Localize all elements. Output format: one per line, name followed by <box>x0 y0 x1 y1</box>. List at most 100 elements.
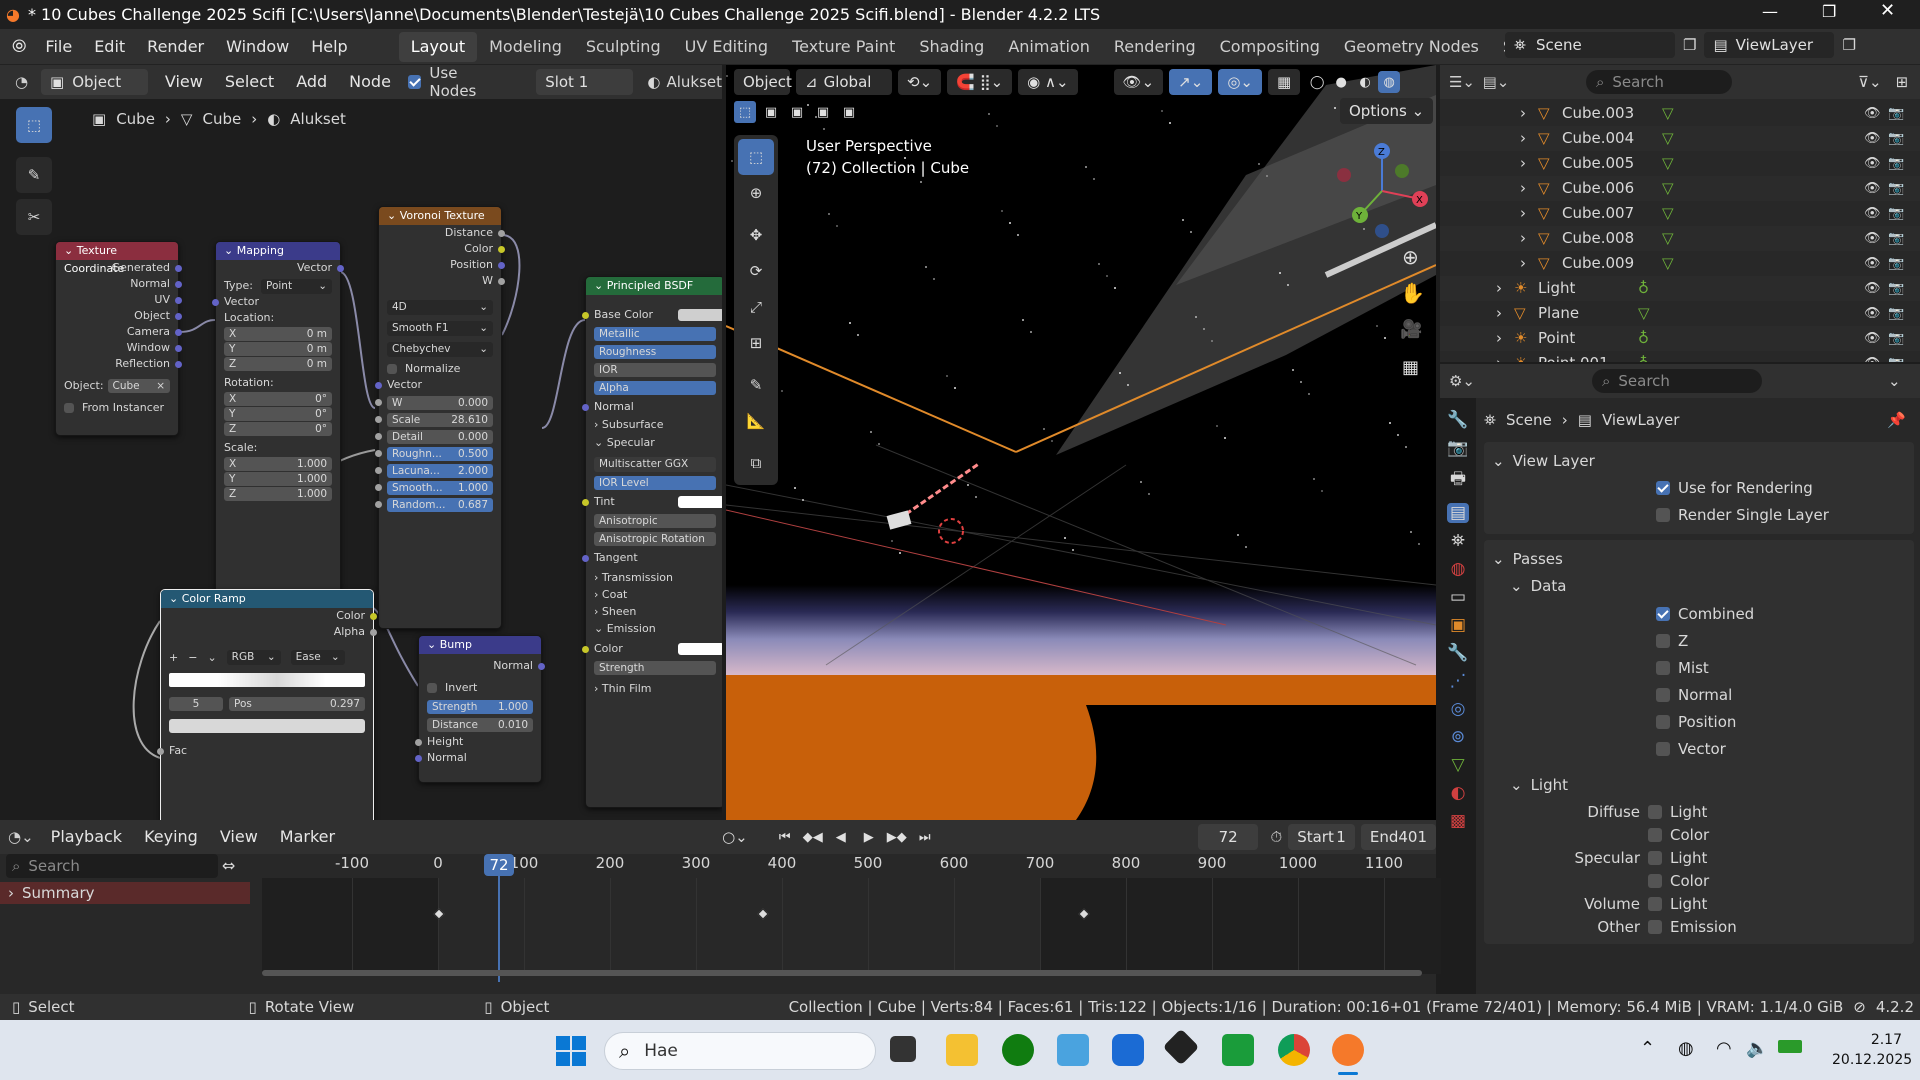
properties-editor-type-icon[interactable]: ⚙⌄ <box>1448 367 1476 395</box>
mapping-rot-y[interactable]: Y 0° <box>224 407 332 421</box>
ior-level-field[interactable]: IOR Level <box>594 476 716 490</box>
specular-panel[interactable]: ⌄ Specular <box>586 435 722 451</box>
render-camera-icon[interactable]: 📷 <box>1888 201 1904 226</box>
mapping-rot-z[interactable]: Z 0° <box>224 422 332 436</box>
modifiers-tab-icon[interactable]: 🔧 <box>1447 643 1468 663</box>
light-pass-checkbox[interactable] <box>1648 896 1662 911</box>
outliner-item[interactable]: › ☀ Point ♁ 👁 📷 <box>1440 326 1920 351</box>
minimize-icon[interactable]: — <box>1762 2 1778 21</box>
taskbar-search[interactable]: ⌕ Hae <box>604 1032 876 1070</box>
mapping-loc-x[interactable]: X 0 m <box>224 327 332 341</box>
stop-color-swatch[interactable] <box>169 719 365 733</box>
file-explorer-icon[interactable] <box>946 1034 978 1066</box>
blender-menu-icon[interactable]: ⦾ <box>12 36 26 57</box>
use-for-rendering-checkbox[interactable] <box>1656 480 1670 495</box>
metric-dropdown[interactable]: Chebychev ⌄ <box>387 342 493 357</box>
voronoi-field-4[interactable]: Lacuna... 2.000 <box>375 464 493 478</box>
visibility-eye-icon[interactable]: 👁 <box>1864 151 1881 176</box>
pass-normal[interactable]: Normal <box>1656 681 1906 708</box>
mapping-scl-z[interactable]: Z 1.000 <box>224 487 332 501</box>
menu-help[interactable]: Help <box>300 32 358 62</box>
pass-checkbox[interactable] <box>1656 741 1670 756</box>
options-button[interactable]: Options ⌄ <box>1340 98 1434 124</box>
scene-selector[interactable]: ⛯ Scene <box>1505 32 1675 58</box>
texture-coordinate-node[interactable]: ⌄ Texture Coordinate Generated Normal UV Ob… <box>55 241 182 436</box>
summary-channel[interactable]: › Summary <box>0 882 250 904</box>
texture-tab-icon[interactable]: ▩ <box>1450 811 1466 831</box>
render-camera-icon[interactable]: 📷 <box>1888 301 1904 326</box>
expand-icon[interactable]: › <box>1496 301 1514 326</box>
output-socket[interactable] <box>175 297 182 304</box>
tint-row[interactable]: Tint <box>582 494 722 510</box>
task-view-icon[interactable] <box>890 1036 916 1062</box>
input-socket[interactable] <box>375 450 382 457</box>
chrome-icon[interactable] <box>1278 1034 1310 1066</box>
annotate-tool[interactable]: ✎ <box>738 367 774 403</box>
timeline-menu-playback[interactable]: Playback ⌄ <box>40 822 133 876</box>
dimensions-dropdown[interactable]: 4D ⌄ <box>387 300 493 315</box>
workspace-tab-sculpting[interactable]: Sculpting <box>574 32 673 62</box>
ramp-gradient[interactable] <box>169 673 365 687</box>
input-socket[interactable] <box>415 739 422 746</box>
orientation-select[interactable]: ⊿ Global <box>796 69 892 95</box>
light-pass-row[interactable]: Volume Light <box>1492 892 1906 915</box>
outliner[interactable]: ☰⌄ ▤⌄ ⌕ Search ⊽⌄ ⊞ › ▽ Cube.003 ▽ 👁 📷 › ▽ Cube.0… <box>1440 65 1920 362</box>
expand-icon[interactable]: › <box>1520 101 1538 126</box>
input-socket[interactable] <box>375 399 382 406</box>
menu-file[interactable]: File <box>34 32 83 62</box>
navigation-gizmo[interactable]: Z X Y <box>1334 143 1430 239</box>
input-socket[interactable] <box>582 404 589 411</box>
output-socket[interactable] <box>175 281 182 288</box>
menu-edit[interactable]: Edit <box>83 32 136 62</box>
light-pass-checkbox[interactable] <box>1648 804 1662 819</box>
output-socket[interactable] <box>175 361 182 368</box>
alpha-field[interactable]: Alpha <box>594 381 716 395</box>
pass-checkbox[interactable] <box>1656 660 1670 675</box>
workspace-tab-animation[interactable]: Animation <box>996 32 1102 62</box>
expand-icon[interactable]: › <box>1520 201 1538 226</box>
photos-icon[interactable] <box>1057 1034 1089 1066</box>
emission-color-swatch[interactable] <box>678 643 722 655</box>
select-extend-icon[interactable]: ▣ <box>760 101 782 123</box>
output-socket[interactable] <box>337 265 344 272</box>
visibility-eye-icon[interactable]: 👁 <box>1864 226 1881 251</box>
record-icon[interactable]: ○⌄ <box>722 828 748 846</box>
voronoi-field-5[interactable]: Smooth... 1.000 <box>375 481 493 495</box>
emission-strength-field[interactable]: Strength <box>594 661 716 675</box>
light-pass-checkbox[interactable] <box>1648 873 1662 888</box>
input-socket[interactable] <box>582 499 589 506</box>
visibility-eye-icon[interactable]: 👁 <box>1864 251 1881 276</box>
remove-stop-button[interactable]: − <box>188 651 197 664</box>
physics-tab-icon[interactable]: ◎ <box>1451 699 1466 719</box>
light-pass-checkbox[interactable] <box>1648 919 1662 934</box>
voronoi-field-3[interactable]: Roughn... 0.500 <box>375 447 493 461</box>
output-socket[interactable] <box>370 613 377 620</box>
workspace-tab-uv-editing[interactable]: UV Editing <box>673 32 780 62</box>
output-tab-icon[interactable]: 🖶 <box>1450 466 1466 495</box>
options-chevron-icon[interactable]: ⌄ <box>1888 372 1901 390</box>
principled-bsdf-node[interactable]: ⌄ Principled BSDF Base Color Metallic Ro… <box>582 276 722 808</box>
pass-mist[interactable]: Mist <box>1656 654 1906 681</box>
timeline-menu-keying[interactable]: Keying ⌄ <box>133 822 209 876</box>
visibility-eye-icon[interactable]: 👁 <box>1864 201 1881 226</box>
emission-panel[interactable]: ⌄ Emission <box>586 621 722 637</box>
mapping-rot-x[interactable]: X 0° <box>224 392 332 406</box>
mapping-scl-y[interactable]: Y 1.000 <box>224 472 332 486</box>
outliner-item[interactable]: › ▽ Plane ▽ 👁 📷 <box>1440 301 1920 326</box>
expand-icon[interactable]: › <box>1520 126 1538 151</box>
workspace-tab-modeling[interactable]: Modeling <box>477 32 574 62</box>
light-pass-row[interactable]: Color <box>1492 823 1906 846</box>
roughness-field[interactable]: Roughness <box>594 345 716 359</box>
timeline-search[interactable]: ⌕ Search <box>6 854 218 878</box>
render-camera-icon[interactable]: 📷 <box>1888 151 1904 176</box>
output-socket[interactable] <box>498 262 505 269</box>
jump-start-icon[interactable]: ⏮ <box>774 826 796 848</box>
sheen-panel[interactable]: › Sheen <box>586 604 722 620</box>
passes-panel-header[interactable]: ⌄ Passes <box>1492 546 1906 572</box>
light-pass-row[interactable]: Other Emission <box>1492 915 1906 938</box>
select-subtract-icon[interactable]: ▣ <box>786 101 808 123</box>
measure-tool[interactable]: 📐 <box>738 403 774 439</box>
outliner-search[interactable]: ⌕ Search <box>1586 70 1732 94</box>
outliner-item[interactable]: › ▽ Cube.009 ▽ 👁 📷 <box>1440 251 1920 276</box>
type-dropdown[interactable]: Point ⌄ <box>260 278 332 294</box>
